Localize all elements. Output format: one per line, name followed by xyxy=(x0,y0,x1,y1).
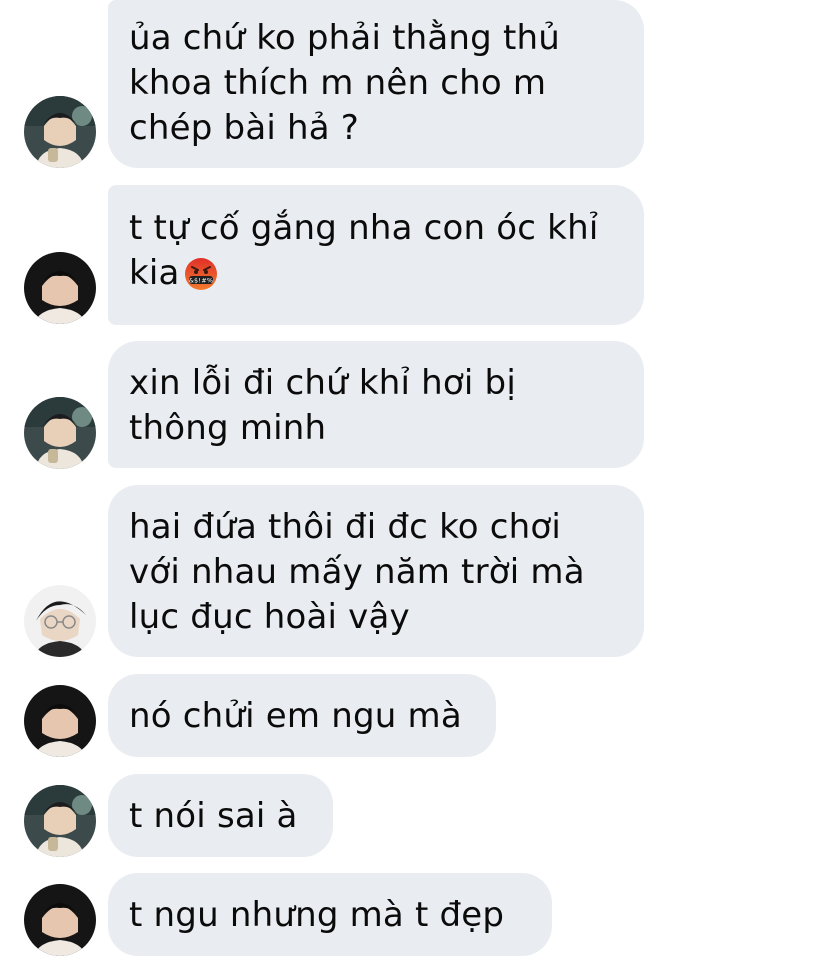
avatar-image-friend-a xyxy=(24,96,96,168)
message-bubble[interactable]: xin lỗi đi chứ khỉ hơi bị thông minh xyxy=(108,341,644,468)
message-text-line: t tự cố gắng nha con óc khỉ xyxy=(129,208,599,248)
message-text-line: nó chửi em ngu mà xyxy=(129,696,462,736)
message-text-line: xin lỗi đi chứ khỉ hơi bị xyxy=(129,363,516,403)
message-bubble[interactable]: t ngu nhưng mà t đẹp xyxy=(108,873,552,956)
avatar[interactable] xyxy=(24,884,96,956)
message-text-line: kia &$!#% xyxy=(129,251,624,296)
message-text-line: với nhau mấy năm trời mà xyxy=(129,552,585,592)
message-text-line: hai đứa thôi đi đc ko chơi xyxy=(129,507,562,547)
message-bubble[interactable]: nó chửi em ngu mà xyxy=(108,674,496,757)
face-with-symbols-on-mouth-emoji: &$!#% xyxy=(184,258,217,290)
emoji-symbols: &$!#% xyxy=(188,277,212,285)
message-bubble[interactable]: t tự cố gắng nha con óc khỉ kia &$!#% xyxy=(108,185,644,325)
message-text-line: t ngu nhưng mà t đẹp xyxy=(129,895,505,935)
message-text-line: lục đục hoài vậy xyxy=(129,597,410,637)
avatar[interactable] xyxy=(24,397,96,469)
avatar-image-friend-b xyxy=(24,884,96,956)
message-bubble[interactable]: hai đứa thôi đi đc ko chơi với nhau mấy … xyxy=(108,485,644,657)
avatar-image-friend-c xyxy=(24,585,96,657)
message-text-line: chép bài hả ? xyxy=(129,108,360,148)
avatar-image-friend-b xyxy=(24,252,96,324)
message-bubble[interactable]: ủa chứ ko phải thằng thủ khoa thích m nê… xyxy=(108,0,644,168)
message-text-line: t nói sai à xyxy=(129,796,298,836)
avatar[interactable] xyxy=(24,585,96,657)
message-text-line: thông minh xyxy=(129,408,327,448)
message-bubble[interactable]: t nói sai à xyxy=(108,774,333,857)
avatar[interactable] xyxy=(24,685,96,757)
avatar[interactable] xyxy=(24,96,96,168)
message-text-line: ủa chứ ko phải thằng thủ xyxy=(129,18,560,58)
avatar[interactable] xyxy=(24,252,96,324)
avatar[interactable] xyxy=(24,785,96,857)
message-text-fragment: kia xyxy=(129,253,180,293)
avatar-image-friend-b xyxy=(24,685,96,757)
message-text-line: khoa thích m nên cho m xyxy=(129,63,547,103)
avatar-image-friend-a xyxy=(24,397,96,469)
avatar-image-friend-a xyxy=(24,785,96,857)
